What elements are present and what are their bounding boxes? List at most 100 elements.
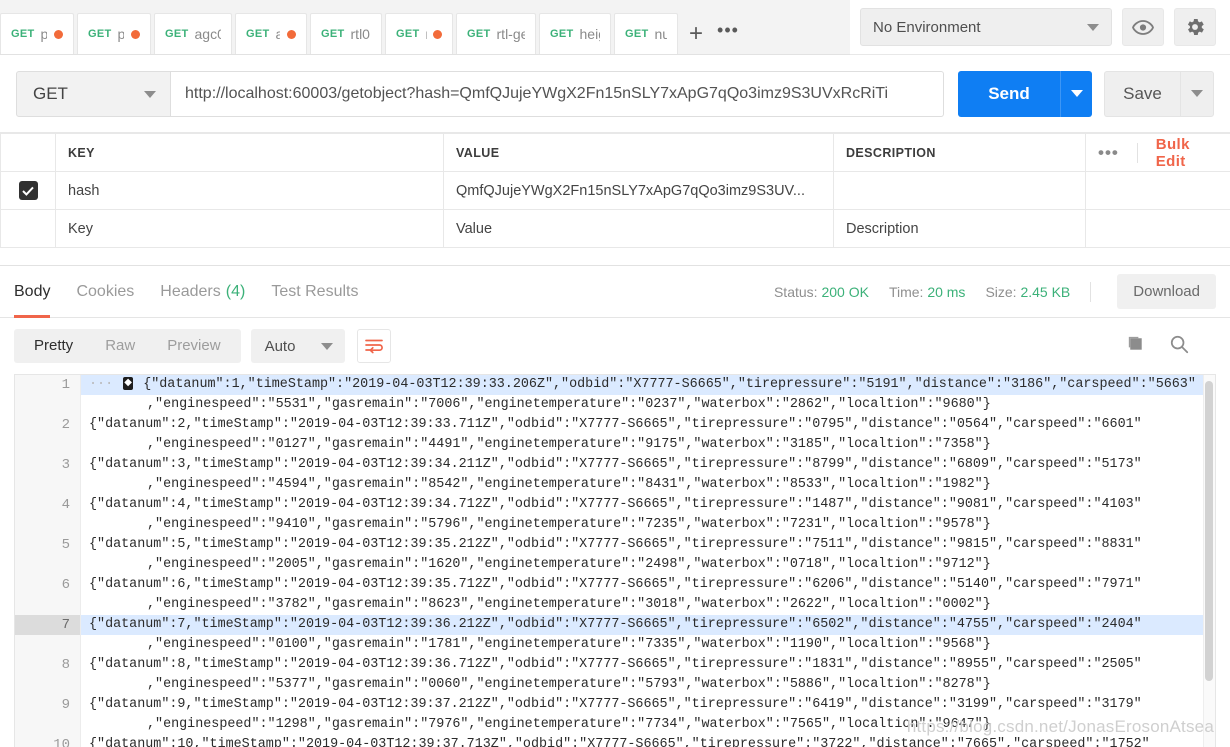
chevron-down-icon	[144, 90, 156, 98]
request-tab-3[interactable]: GET ag	[235, 13, 307, 54]
headers-count-badge: (4)	[225, 282, 246, 300]
tab-cookies[interactable]: Cookies	[76, 266, 134, 318]
view-mode-group: Pretty Raw Preview	[14, 329, 241, 363]
time-value: 20 ms	[927, 283, 966, 300]
response-body-toolbar: Pretty Raw Preview Auto	[0, 318, 1230, 374]
param-description-input[interactable]: Description	[833, 209, 1086, 248]
bulk-edit-button[interactable]: Bulk Edit	[1156, 136, 1218, 170]
param-enabled-checkbox[interactable]	[18, 181, 38, 200]
status-group: Status: 200 OK	[774, 284, 869, 300]
unsaved-dot-icon	[433, 29, 442, 39]
request-tab-5[interactable]: GET rtl	[385, 13, 453, 54]
environment-bar: No Environment	[850, 0, 1230, 55]
new-tab-button[interactable]: +	[681, 13, 711, 54]
line-number: 8	[61, 657, 70, 673]
response-body-code[interactable]: ··· ◆ {"datanum":1,"timeStamp":"2019-04-…	[81, 375, 1215, 747]
table-row-empty: Key Value Description	[0, 209, 1230, 248]
tab-body[interactable]: Body	[14, 266, 51, 318]
environment-quick-look-button[interactable]	[1122, 8, 1164, 46]
request-tab-0[interactable]: GET pc	[0, 13, 74, 54]
save-button[interactable]: Save	[1104, 70, 1180, 117]
size-label: Size:	[985, 283, 1017, 300]
tab-title: pc	[41, 26, 47, 42]
param-value-input[interactable]: Value	[443, 209, 834, 248]
gear-icon	[1187, 19, 1204, 35]
download-button[interactable]: Download	[1117, 274, 1216, 309]
tab-headers[interactable]: Headers (4)	[160, 266, 245, 318]
size-group: Size: 2.45 KB	[985, 284, 1070, 300]
tab-body-label: Body	[14, 282, 51, 300]
request-tab-7[interactable]: GET heigh	[539, 13, 611, 54]
search-button[interactable]	[1168, 333, 1190, 360]
code-line: ,"enginespeed":"3782","gasremain":"8623"…	[147, 597, 991, 612]
line-number: 4	[61, 497, 70, 513]
param-value-cell[interactable]: QmfQJujeYWgX2Fn15nSLY7xApG7qQo3imz9S3UV.…	[443, 171, 834, 210]
request-url-bar: GET http://localhost:60003/getobject?has…	[0, 55, 1230, 157]
send-button[interactable]: Send	[958, 70, 1060, 117]
request-tab-2[interactable]: GET agc0	[154, 13, 232, 54]
save-button-group: Save	[1104, 70, 1214, 117]
view-mode-raw[interactable]: Raw	[89, 329, 151, 363]
environment-selector[interactable]: No Environment	[860, 8, 1112, 46]
params-table: KEY VALUE DESCRIPTION ••• Bulk Edit hash…	[0, 133, 1230, 248]
vertical-scrollbar[interactable]	[1203, 375, 1215, 747]
code-line: {"datanum":6,"timeStamp":"2019-04-03T12:…	[89, 577, 1142, 592]
params-more-icon[interactable]: •••	[1098, 143, 1119, 163]
url-input[interactable]: http://localhost:60003/getobject?hash=Qm…	[171, 70, 944, 117]
param-description-cell[interactable]	[833, 171, 1086, 210]
param-key-cell[interactable]: hash	[55, 171, 444, 210]
http-method-selector[interactable]: GET	[16, 70, 171, 117]
tab-method-label: GET	[165, 28, 189, 40]
response-tab-bar: Body Cookies Headers (4) Test Results St…	[0, 266, 1230, 318]
tab-title: agc0	[194, 26, 221, 42]
params-header-check	[0, 133, 56, 172]
format-selector[interactable]: Auto	[250, 329, 345, 363]
http-method-label: GET	[33, 83, 68, 103]
save-options-button[interactable]	[1180, 70, 1214, 117]
send-button-group: Send	[958, 70, 1092, 117]
param-empty-checkbox-cell[interactable]	[0, 209, 56, 248]
send-options-button[interactable]	[1060, 70, 1092, 117]
chevron-down-icon	[320, 343, 333, 350]
scrollbar-thumb[interactable]	[1205, 381, 1213, 681]
code-line: {"datanum":10,"timeStamp":"2019-04-03T12…	[89, 737, 1150, 747]
line-number: 7	[15, 615, 80, 635]
request-tab-6[interactable]: GET rtl-ge	[456, 13, 536, 54]
response-body-viewer[interactable]: 1234567891011 ··· ◆ {"datanum":1,"timeSt…	[14, 374, 1216, 747]
view-mode-pretty[interactable]: Pretty	[18, 329, 89, 363]
tab-title: rtl0	[350, 26, 370, 42]
divider	[1136, 142, 1138, 163]
unsaved-dot-icon	[54, 29, 63, 39]
tab-cookies-label: Cookies	[76, 282, 135, 300]
tab-title: num	[654, 26, 667, 42]
url-text: http://localhost:60003/getobject?hash=Qm…	[185, 84, 889, 102]
tab-test-results[interactable]: Test Results	[271, 266, 358, 318]
view-mode-preview[interactable]: Preview	[151, 329, 236, 363]
param-row-checkbox-cell[interactable]	[0, 171, 56, 210]
line-number: 9	[61, 697, 70, 713]
tab-overflow-menu-icon[interactable]: •••	[711, 13, 745, 54]
params-header-row: KEY VALUE DESCRIPTION ••• Bulk Edit	[0, 133, 1230, 172]
param-key-input[interactable]: Key	[55, 209, 444, 248]
wrap-lines-button[interactable]	[356, 329, 391, 363]
chevron-down-icon	[1070, 90, 1083, 97]
params-header-actions: ••• Bulk Edit	[1085, 133, 1230, 172]
tab-method-label: GET	[246, 28, 270, 40]
copy-button[interactable]	[1125, 333, 1146, 359]
replacement-char-icon: ◆	[123, 376, 134, 390]
request-tab-1[interactable]: GET pc	[77, 13, 151, 54]
code-line: ,"enginespeed":"2005","gasremain":"1620"…	[147, 557, 991, 572]
param-actions-cell	[1085, 171, 1230, 210]
settings-button[interactable]	[1174, 8, 1216, 46]
request-tab-8[interactable]: GET num	[614, 13, 678, 54]
code-line: {"datanum":2,"timeStamp":"2019-04-03T12:…	[89, 417, 1142, 432]
code-line: {"datanum":4,"timeStamp":"2019-04-03T12:…	[89, 497, 1142, 512]
check-icon	[22, 186, 34, 196]
eye-icon	[1132, 19, 1154, 35]
divider	[1090, 281, 1092, 302]
whitespace-dots: ···	[89, 377, 122, 392]
params-header-key: KEY	[55, 133, 444, 172]
request-tab-4[interactable]: GET rtl0	[310, 13, 382, 54]
line-number: 1	[61, 377, 70, 393]
params-header-description: DESCRIPTION	[833, 133, 1086, 172]
